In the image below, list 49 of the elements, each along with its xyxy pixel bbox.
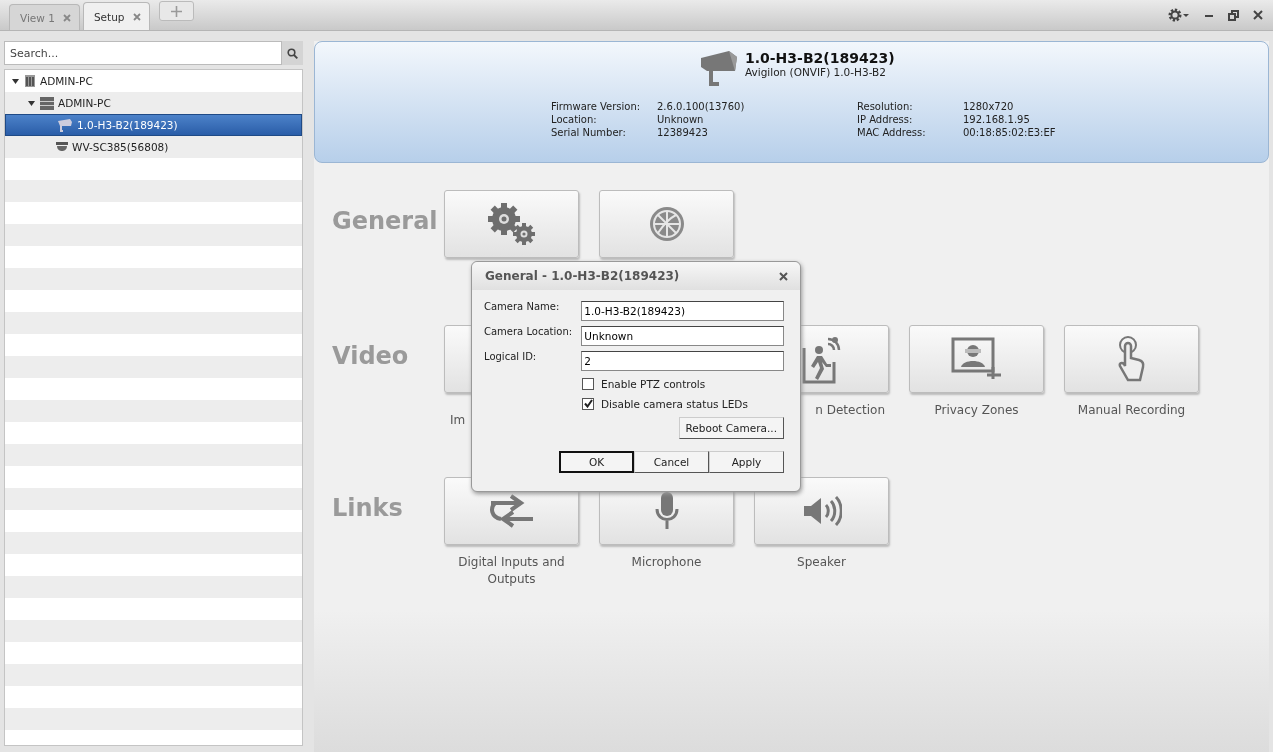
tree-label: ADMIN-PC — [58, 97, 111, 109]
dialog-button[interactable]: Apply — [709, 451, 784, 473]
tree-label: ADMIN-PC — [40, 75, 93, 87]
search-field[interactable]: Search... — [4, 41, 282, 65]
text-field[interactable]: 2 — [581, 351, 784, 371]
info-label: Firmware Version: — [551, 100, 642, 113]
info-value: 2.6.0.100(13760) — [657, 100, 746, 113]
section-title: Video — [332, 341, 410, 372]
field-label: Logical ID: — [484, 351, 538, 362]
info-value: 00:18:85:02:E3:EF — [963, 126, 1057, 139]
tree-item[interactable]: WV-SC385(56808) — [5, 136, 302, 158]
tree-item[interactable]: ADMIN-PC — [5, 70, 302, 92]
device-title: 1.0-H3-B2(189423) — [745, 50, 895, 66]
text-field[interactable]: Unknown — [581, 326, 784, 346]
text-field[interactable]: 1.0-H3-B2(189423) — [581, 301, 784, 321]
tile-label: Microphone — [630, 554, 703, 571]
info-value: Unknown — [657, 113, 705, 126]
section-title: General — [332, 206, 439, 237]
info-label: Resolution: — [857, 100, 914, 113]
tile-label: Im — [450, 412, 466, 429]
dialog-button[interactable]: Cancel — [634, 451, 709, 473]
dialog-button[interactable]: OK — [559, 451, 634, 473]
tree-label: WV-SC385(56808) — [72, 141, 169, 153]
info-label: Serial Number: — [551, 126, 627, 139]
tab[interactable]: Setup — [82, 2, 150, 30]
tab-label: View 1 — [20, 11, 55, 24]
checkbox-label: Enable PTZ controls — [601, 377, 706, 390]
checkbox-label: Disable camera status LEDs — [601, 397, 748, 410]
device-model: Avigilon (ONVIF) 1.0-H3-B2 — [745, 66, 887, 78]
field-label: Camera Location: — [484, 326, 574, 337]
tile-label: Digital Inputs and Outputs — [457, 554, 566, 588]
info-label: IP Address: — [857, 113, 914, 126]
tree-item[interactable]: ADMIN-PC — [5, 92, 302, 114]
info-value: 1280x720 — [963, 100, 1015, 113]
info-label: Location: — [551, 113, 598, 126]
tile-label: Privacy Zones — [933, 402, 1020, 419]
field-label: Camera Name: — [484, 301, 561, 312]
tile-label: Speaker — [796, 554, 847, 571]
tree-item[interactable]: 1.0-H3-B2(189423) — [5, 114, 302, 136]
tab-label: Setup — [93, 10, 125, 23]
tile-label: n Detection — [815, 402, 885, 419]
info-label: MAC Address: — [857, 126, 927, 139]
reboot-button[interactable]: Reboot Camera... — [678, 417, 784, 439]
info-value: 12389423 — [657, 126, 709, 139]
info-value: 192.168.1.95 — [963, 113, 1031, 126]
dialog-title: General - 1.0-H3-B2(189423) — [485, 269, 680, 283]
section-title: Links — [332, 493, 404, 524]
tile-label: Manual Recording — [1076, 402, 1187, 419]
tree-label: 1.0-H3-B2(189423) — [77, 119, 178, 131]
